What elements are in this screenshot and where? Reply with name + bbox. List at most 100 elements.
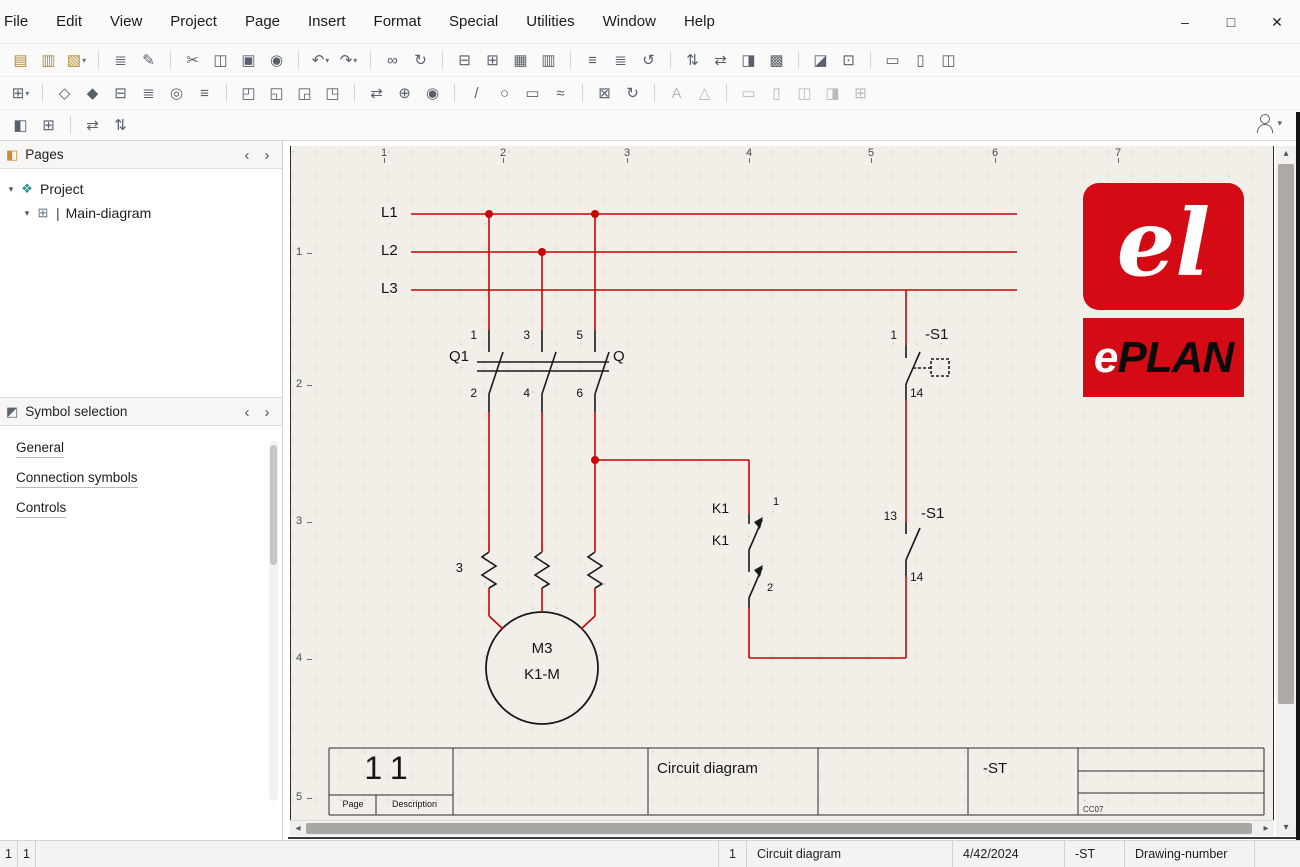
pin-label[interactable]: 2 [459,386,477,400]
reports-button[interactable]: ▩ [764,48,789,72]
caret-icon[interactable]: ▾ [4,184,18,195]
caret-icon[interactable]: ▾ [20,208,34,219]
view-box-5-button[interactable]: ⊞ [848,81,873,105]
scroll-left-icon[interactable]: ◂ [290,823,306,834]
menu-utilities[interactable]: Utilities [512,0,588,44]
page-macro-button[interactable]: ▭ [880,48,905,72]
copy-button[interactable]: ◫ [208,48,233,72]
symbols-collapse-right-button[interactable]: › [258,398,276,426]
grid-toggle-button[interactable]: ⊞▾ [8,81,33,105]
cross-node-button[interactable]: ◳ [320,81,345,105]
cross-references-button[interactable]: ⇄ [708,48,733,72]
interruption-point-button[interactable]: ⇄ [364,81,389,105]
view-box-1-button[interactable]: ▭ [736,81,761,105]
scroll-up-icon[interactable]: ▴ [1276,146,1296,162]
insert-terminal-button[interactable]: ⊟ [108,81,133,105]
menu-view[interactable]: View [96,0,156,44]
device-tag-s1-top[interactable]: -S1 [925,326,948,343]
junction-point-button[interactable]: ◉ [420,81,445,105]
draw-curve-button[interactable]: ≈ [548,81,573,105]
save-project-button[interactable]: ▧▾ [64,48,89,72]
split-window-button[interactable]: ◧ [8,113,33,137]
pin-label[interactable]: 13 [871,509,897,523]
insert-busbar-button[interactable]: ≡ [192,81,217,105]
draw-rectangle-button[interactable]: ▭ [520,81,545,105]
insert-cable-button[interactable]: ≣ [136,81,161,105]
pin-label[interactable]: 4 [512,386,530,400]
view-box-2-button[interactable]: ▯ [764,81,789,105]
titleblock-page-number[interactable]: 11 [329,750,453,787]
cut-button[interactable]: ✂ [180,48,205,72]
function-texts-button[interactable]: ◨ [736,48,761,72]
device-tag-s1-bottom[interactable]: -S1 [921,505,944,522]
page-navigator-button[interactable]: ≣ [108,48,133,72]
pin-label[interactable]: 1 [879,328,897,342]
menu-edit[interactable]: Edit [42,0,96,44]
pin-label[interactable]: 1 [773,496,779,508]
device-search-button[interactable]: ∞ [380,48,405,72]
pin-label[interactable]: 1 [459,328,477,342]
t-node-button[interactable]: ◲ [292,81,317,105]
pages-collapse-left-button[interactable]: ‹ [238,141,256,169]
scrollbar-thumb[interactable] [1278,164,1294,704]
sidebar-scrollbar[interactable] [269,441,278,801]
draw-circle-button[interactable]: ○ [492,81,517,105]
overload-label[interactable]: 3 [445,560,463,575]
pages-collapse-right-button[interactable]: › [258,141,276,169]
minimize-button[interactable]: – [1162,0,1208,44]
pin-label[interactable]: 6 [565,386,583,400]
device-tag-k1-a[interactable]: K1 [693,500,729,516]
terminals-navigator-button[interactable]: ▦ [508,48,533,72]
scrollbar-thumb[interactable] [270,445,277,565]
tree-item-main-diagram[interactable]: ▾ ⊞ | Main-diagram [0,201,282,225]
update-connections-button[interactable]: ↻ [620,81,645,105]
close-button[interactable]: ✕ [1254,0,1300,44]
motor-label-line1[interactable]: M3 [502,640,582,657]
menu-page[interactable]: Page [231,0,294,44]
maximize-button[interactable]: □ [1208,0,1254,44]
titleblock-title[interactable]: Circuit diagram [657,760,758,777]
menu-window[interactable]: Window [589,0,670,44]
corner-up-button[interactable]: ◱ [264,81,289,105]
symbol-item-connection-symbols[interactable]: Connection symbols [0,464,282,494]
canvas-vertical-scrollbar[interactable]: ▴ ▾ [1276,146,1296,836]
shape-tool-button[interactable]: △ [692,81,717,105]
update-reports-button[interactable]: ◪ [808,48,833,72]
draw-line-button[interactable]: / [464,81,489,105]
pin-label[interactable]: 14 [910,570,923,584]
menu-insert[interactable]: Insert [294,0,360,44]
menu-project[interactable]: Project [156,0,231,44]
menu-file[interactable]: File [0,0,42,44]
connections-navigator-button[interactable]: ⊟ [452,48,477,72]
insert-device-button[interactable]: ◆ [80,81,105,105]
devices-navigator-button[interactable]: ⊞ [480,48,505,72]
new-page-button[interactable]: ▤ [8,48,33,72]
delete-placement-button[interactable]: ⊠ [592,81,617,105]
open-page-button[interactable]: ▥ [36,48,61,72]
wire-label-l1[interactable]: L1 [381,204,398,221]
scroll-right-icon[interactable]: ▸ [1258,823,1274,834]
pin-label[interactable]: 2 [767,582,773,594]
motor-label-line2[interactable]: K1-M [502,666,582,683]
menu-format[interactable]: Format [360,0,436,44]
scroll-down-icon[interactable]: ▾ [1276,820,1296,836]
distribute-objects-button[interactable]: ≣ [608,48,633,72]
drawing-area[interactable]: 1234567 12345 [290,146,1274,820]
undo-button[interactable]: ↶▾ [308,48,333,72]
signal-tracing-button[interactable]: ⇄ [80,113,105,137]
tree-item-project[interactable]: ▾ ❖ Project [0,177,282,201]
account-button[interactable]: ▾ [1253,112,1282,134]
rotate-objects-button[interactable]: ↺ [636,48,661,72]
symbol-item-controls[interactable]: Controls [0,494,282,524]
titleblock-location[interactable]: -ST [983,760,1007,777]
symbols-collapse-left-button[interactable]: ‹ [238,398,256,426]
numbering-button[interactable]: ⇅ [680,48,705,72]
grid-view-button[interactable]: ⊞ [36,113,61,137]
potential-point-button[interactable]: ⊕ [392,81,417,105]
align-objects-button[interactable]: ≡ [580,48,605,72]
text-tool-button[interactable]: A [664,81,689,105]
pin-label[interactable]: 5 [565,328,583,342]
cables-navigator-button[interactable]: ▥ [536,48,561,72]
symbol-macro-button[interactable]: ◫ [936,48,961,72]
insert-symbol-button[interactable]: ◇ [52,81,77,105]
